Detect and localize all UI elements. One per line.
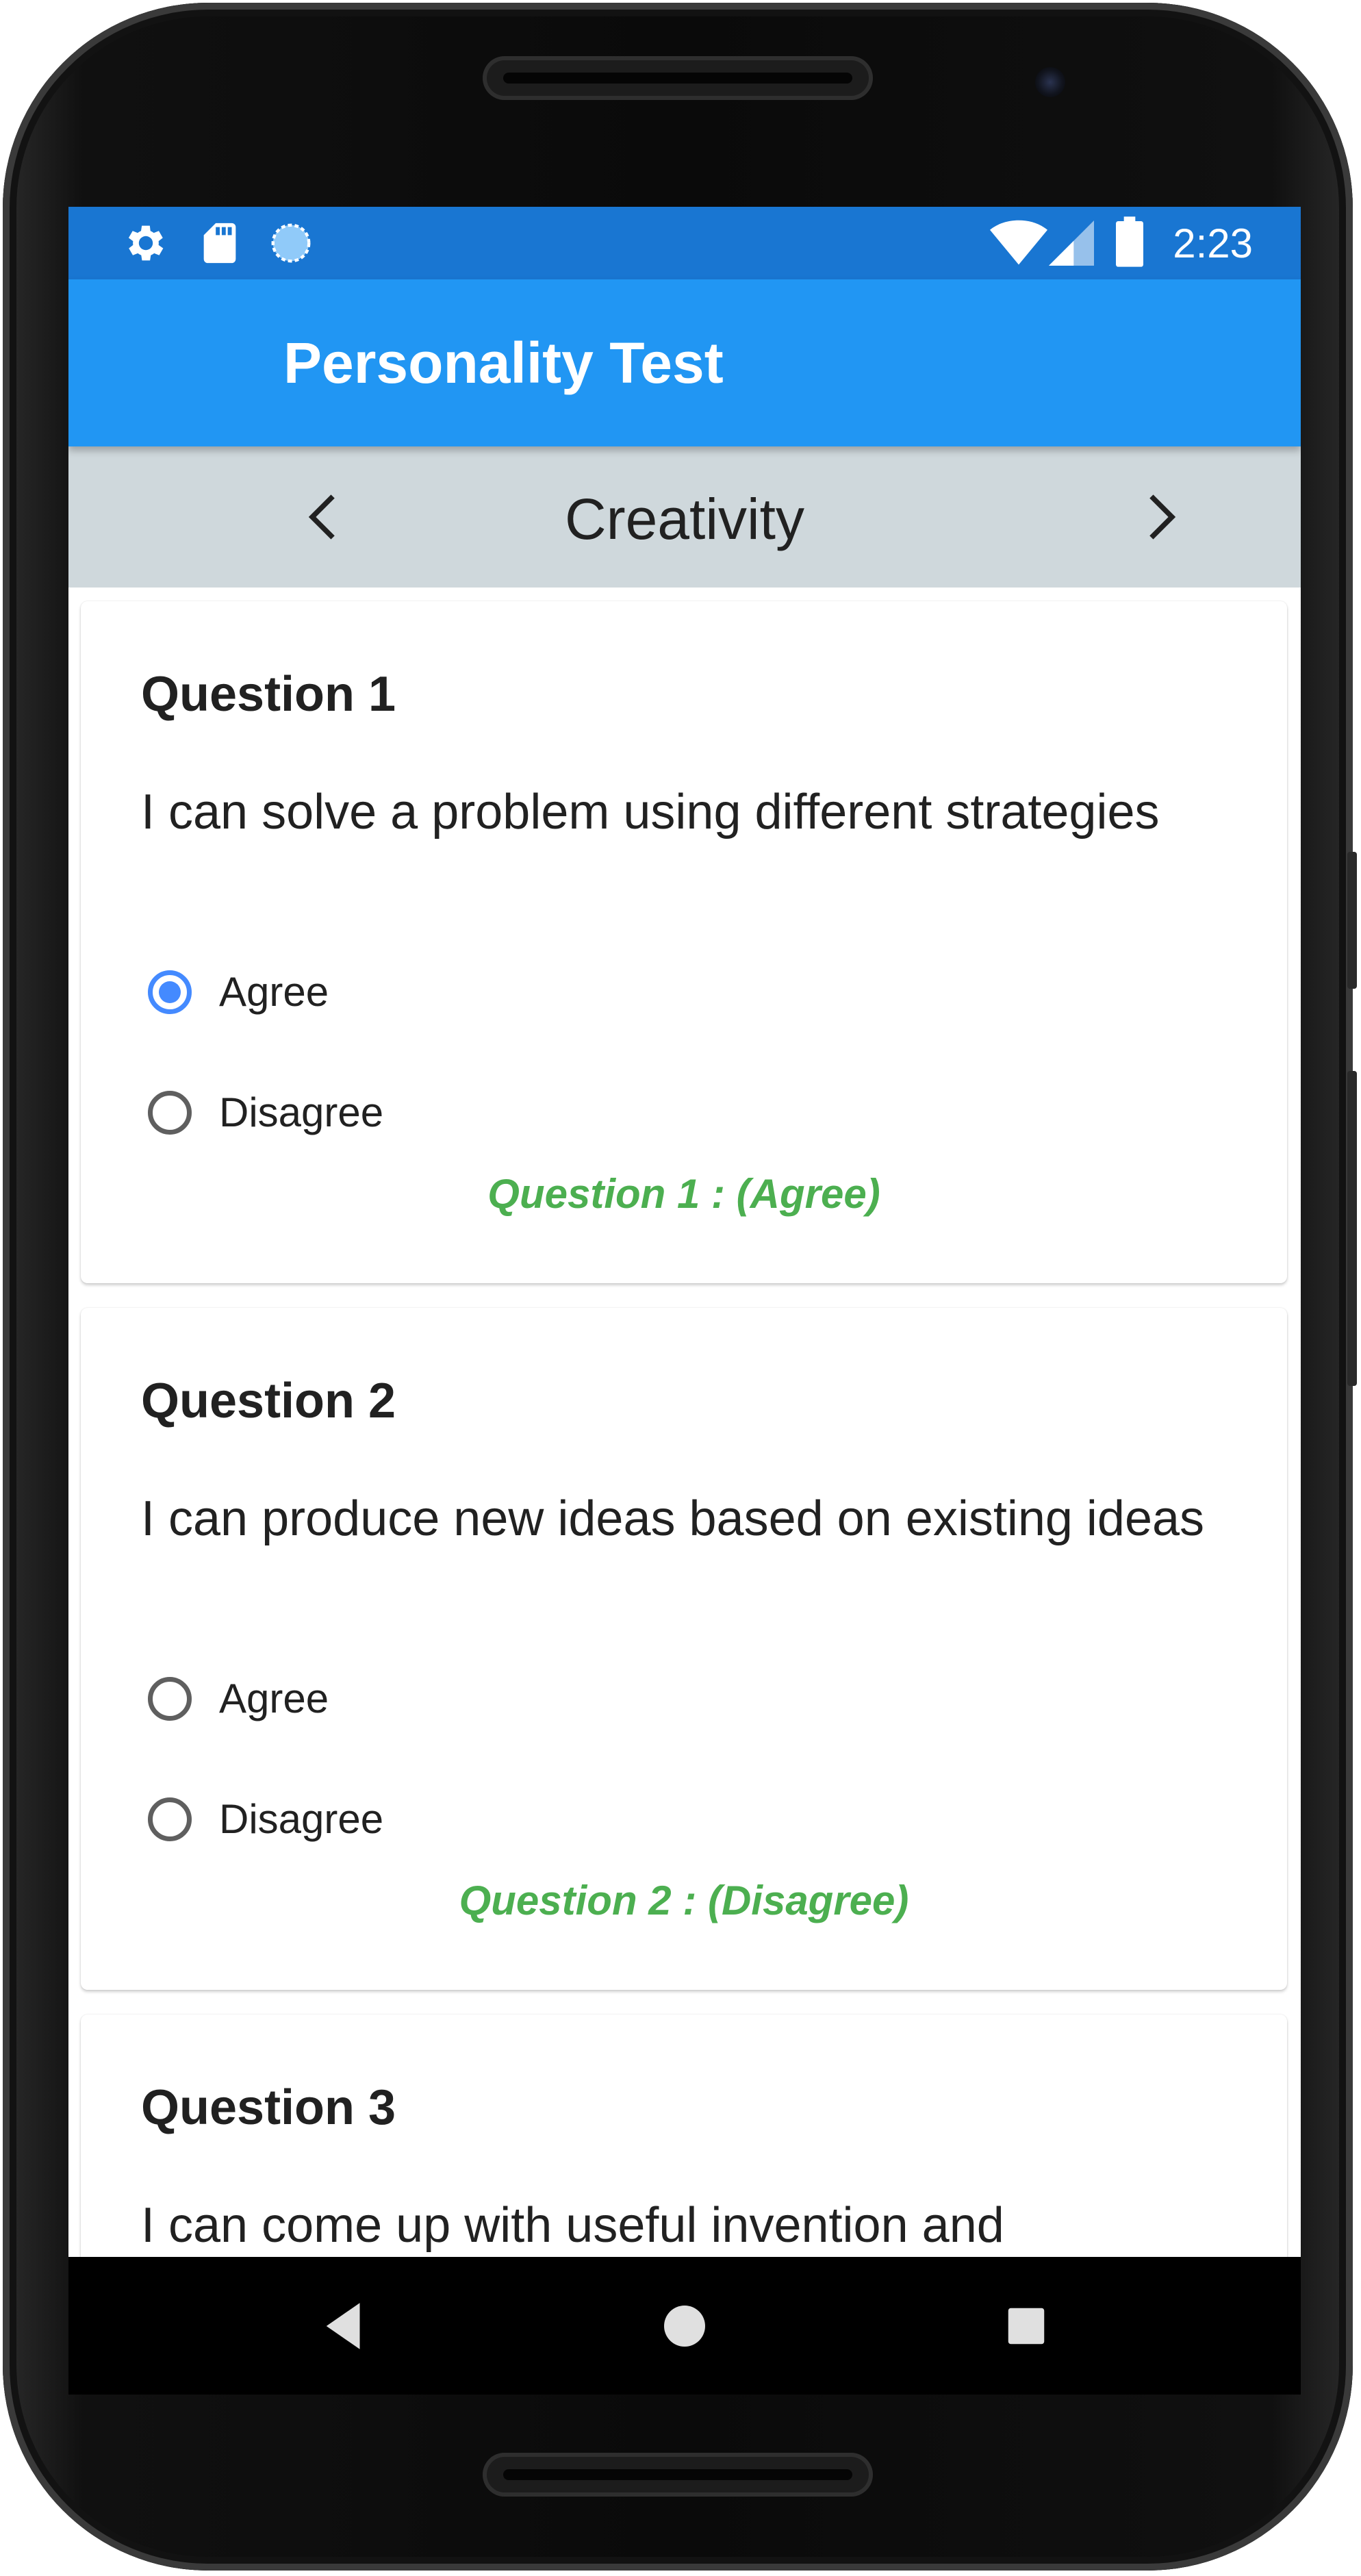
status-time: 2:23 — [1173, 220, 1253, 266]
question-text: I can solve a problem using different st… — [141, 785, 1160, 839]
system-nav-bar — [68, 2257, 1301, 2395]
question-title: Question 2 — [141, 1374, 396, 1428]
phone-frame: 2:23 Personality Test Creativity Questio… — [3, 3, 1357, 2571]
question-title: Question 3 — [141, 2080, 396, 2135]
radio-button[interactable] — [148, 1091, 192, 1135]
wifi-icon — [990, 218, 1047, 272]
option-label: Disagree — [219, 1796, 384, 1842]
radio-button[interactable] — [148, 1797, 192, 1841]
category-title: Creativity — [564, 487, 805, 551]
option-disagree[interactable]: Disagree — [148, 1789, 383, 1850]
question-text: I can produce new ideas based on existin… — [141, 1491, 1205, 1546]
sync-icon — [267, 219, 315, 270]
bottom-speaker — [483, 2453, 873, 2497]
question-card: Question 2 I can produce new ideas based… — [81, 1308, 1287, 1990]
question-title: Question 1 — [141, 667, 396, 722]
option-agree[interactable]: Agree — [148, 961, 329, 1023]
earpiece-speaker — [483, 56, 873, 100]
option-label: Agree — [219, 969, 329, 1015]
category-nav: Creativity — [68, 446, 1301, 588]
radio-button-checked[interactable] — [148, 970, 192, 1014]
status-bar: 2:23 — [68, 207, 1301, 279]
radio-button[interactable] — [148, 1677, 192, 1721]
power-button — [1347, 852, 1357, 989]
volume-button — [1347, 1071, 1357, 1386]
back-icon[interactable] — [314, 2295, 375, 2357]
app-bar: Personality Test — [68, 279, 1301, 446]
question-text: I can come up with useful invention and — [141, 2198, 1004, 2253]
option-agree[interactable]: Agree — [148, 1668, 329, 1730]
answer-summary: Question 1 : (Agree) — [487, 1171, 880, 1217]
answer-summary: Question 2 : (Disagree) — [459, 1878, 909, 1923]
option-label: Agree — [219, 1676, 329, 1721]
option-disagree[interactable]: Disagree — [148, 1082, 383, 1144]
cellular-signal-icon — [1049, 220, 1094, 269]
sd-card-icon — [196, 219, 244, 270]
front-camera — [1035, 67, 1065, 97]
home-icon[interactable] — [654, 2295, 715, 2357]
chevron-right-icon[interactable] — [1130, 486, 1191, 548]
app-title: Personality Test — [283, 331, 724, 395]
screen: 2:23 Personality Test Creativity Questio… — [68, 207, 1301, 2395]
option-label: Disagree — [219, 1089, 384, 1135]
settings-icon — [122, 219, 170, 270]
recents-icon[interactable] — [995, 2295, 1057, 2357]
battery-icon — [1116, 216, 1143, 270]
question-card: Question 1 I can solve a problem using d… — [81, 601, 1287, 1283]
